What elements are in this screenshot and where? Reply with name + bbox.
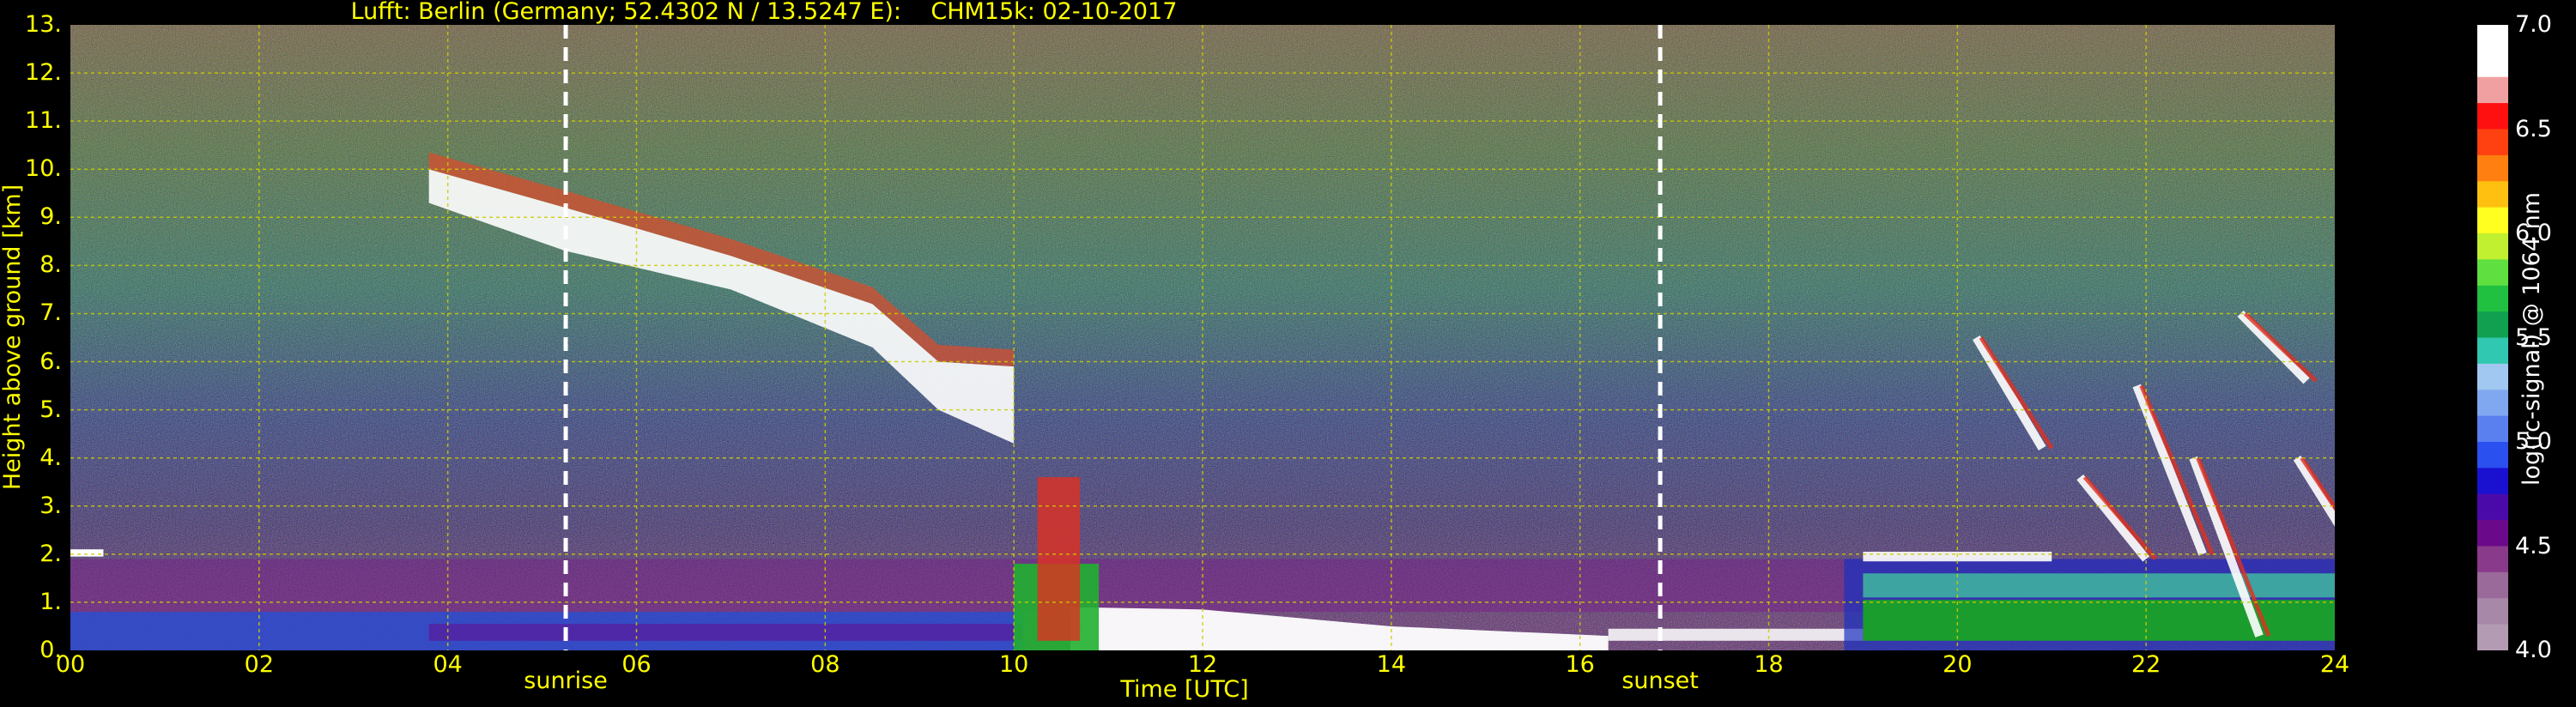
colorbar-segment (2477, 493, 2508, 521)
colorbar-tick-label: 4.0 (2515, 637, 2552, 663)
chart-title: Lufft: Berlin (Germany; 52.4302 N / 13.5… (350, 0, 1178, 25)
early-layer (70, 549, 104, 557)
event-label-sunset: sunset (1621, 668, 1699, 694)
colorbar-label: log(rc-signal) @ 1064 nm (2518, 191, 2545, 486)
colorbar-tick-label: 7.0 (2515, 11, 2552, 38)
colorbar-segment (2477, 181, 2508, 208)
x-tick-label: 10 (998, 651, 1029, 678)
event-label-sunrise: sunrise (524, 668, 608, 694)
colorbar-segment (2477, 415, 2508, 443)
colorbar-segment (2477, 76, 2508, 104)
y-axis-label: Height above ground [km] (0, 184, 26, 491)
y-tick-label: 12. (25, 59, 62, 87)
colorbar-segment (2477, 624, 2508, 650)
evening-teal (1863, 573, 2335, 598)
convective-red (1037, 477, 1081, 641)
colorbar-segment (2477, 51, 2508, 78)
colorbar-segment (2477, 571, 2508, 599)
x-tick-label: 14 (1376, 651, 1406, 678)
colorbar-segment (2477, 259, 2508, 287)
x-tick-label: 02 (244, 651, 274, 678)
x-tick-label: 20 (1943, 651, 1973, 678)
colorbar-segment (2477, 311, 2508, 338)
x-tick-label: 18 (1754, 651, 1784, 678)
colorbar-segment (2477, 468, 2508, 495)
colorbar-segment (2477, 207, 2508, 234)
x-tick-label: 12 (1187, 651, 1218, 678)
aerosol-core-morning (428, 624, 1024, 641)
plot-svg (70, 25, 2335, 650)
x-tick-label: 22 (2131, 651, 2161, 678)
colorbar-segment (2477, 363, 2508, 390)
colorbar-segment (2477, 442, 2508, 468)
x-axis-label: Time [UTC] (1120, 676, 1249, 703)
plot-area (70, 25, 2335, 650)
colorbar-segment (2477, 25, 2508, 51)
y-tick-label: 11. (25, 107, 62, 135)
colorbar-segment (2477, 285, 2508, 312)
colorbar-segment (2477, 546, 2508, 573)
y-tick-label: 2. (39, 540, 62, 567)
colorbar-segment (2477, 390, 2508, 417)
x-tick-label: 04 (433, 651, 463, 678)
y-tick-label: 13. (25, 11, 62, 38)
colorbar-segment (2477, 233, 2508, 260)
x-tick-label: 00 (55, 651, 86, 678)
x-tick-label: 08 (810, 651, 840, 678)
colorbar (2477, 25, 2508, 650)
colorbar-segment (2477, 520, 2508, 547)
colorbar-segment (2477, 337, 2508, 365)
colorbar-segment (2477, 129, 2508, 156)
colorbar-tick-label: 6.5 (2515, 115, 2552, 142)
colorbar-segment (2477, 154, 2508, 182)
colorbar-segment (2477, 598, 2508, 625)
colorbar-segment (2477, 103, 2508, 130)
colorbar-tick-label: 4.5 (2515, 532, 2552, 559)
y-tick-label: 1. (39, 588, 62, 615)
evening-thin-layer (1608, 628, 1864, 641)
x-tick-label: 24 (2319, 651, 2350, 678)
